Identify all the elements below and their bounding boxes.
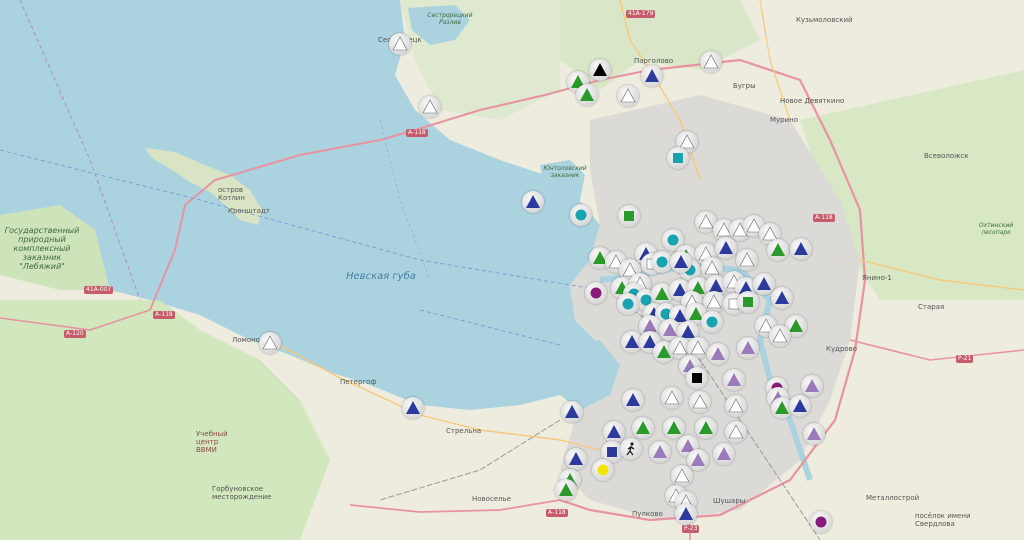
marker-triangle[interactable] [561, 401, 583, 423]
marker-circle[interactable] [701, 311, 723, 333]
marker-triangle[interactable] [259, 332, 281, 354]
pargolovo-label: Парголово [634, 57, 674, 65]
marker-triangle[interactable] [632, 417, 654, 439]
marker-triangle[interactable] [700, 51, 722, 73]
marker-circle[interactable] [570, 204, 592, 226]
road-shield: Р-23 [682, 525, 700, 533]
marker-triangle[interactable] [790, 238, 812, 260]
marker-triangle[interactable] [767, 239, 789, 261]
road-shield: Р-21 [956, 355, 974, 363]
marker-triangle[interactable] [725, 421, 747, 443]
marker-triangle[interactable] [670, 251, 692, 273]
marker-triangle[interactable] [389, 33, 411, 55]
road-shield: 41А-179 [626, 10, 656, 18]
marker-triangle[interactable] [649, 441, 671, 463]
marker-triangle[interactable] [715, 237, 737, 259]
novoe-devyatkino-label: Новое Девяткино [780, 97, 845, 105]
marker-triangle[interactable] [707, 343, 729, 365]
road-shield: 41А-007 [84, 286, 114, 294]
yanino-label: Янино-1 [862, 274, 892, 282]
road-shield: А-118 [153, 311, 175, 319]
pulkovo-label: Пулково [632, 510, 663, 518]
road-shield: А-118 [406, 129, 428, 137]
marker-triangle[interactable] [736, 249, 758, 271]
novoselye-label: Новоселье [472, 495, 512, 503]
marker-hiker[interactable] [620, 438, 642, 460]
marker-triangle[interactable] [675, 503, 697, 525]
marker-triangle[interactable] [522, 191, 544, 213]
vsevolozhsk-label: Всеволожск [924, 152, 969, 160]
marker-triangle[interactable] [576, 84, 598, 106]
marker-triangle[interactable] [555, 479, 577, 501]
marker-triangle[interactable] [725, 395, 747, 417]
metallostroy-label: Металлострой [866, 494, 920, 502]
marker-square[interactable] [618, 205, 640, 227]
staraya-label: Старая [918, 303, 945, 311]
marker-triangle[interactable] [589, 59, 611, 81]
kotlin-island-label: остров Котлин [218, 186, 245, 202]
map-canvas[interactable]: Невская губа остров Котлин Кронштадт Гос… [0, 0, 1024, 540]
marker-triangle[interactable] [723, 369, 745, 391]
murino-label: Мурино [770, 116, 799, 124]
marker-circle[interactable] [592, 459, 614, 481]
marker-triangle[interactable] [771, 287, 793, 309]
shushary-label: Шушары [713, 497, 746, 505]
marker-triangle[interactable] [671, 465, 693, 487]
marker-square[interactable] [686, 367, 708, 389]
road-shield: А-118 [546, 509, 568, 517]
yuntolovsky-label: Юнтоловский заказник [543, 165, 587, 179]
marker-square[interactable] [737, 291, 759, 313]
road-shield: А-118 [813, 214, 835, 222]
marker-circle[interactable] [585, 282, 607, 304]
marker-triangle[interactable] [617, 85, 639, 107]
road-shield: А-120 [64, 330, 86, 338]
marker-circle[interactable] [617, 293, 639, 315]
bugry-label: Бугры [733, 82, 756, 90]
kronshtadt-label: Кронштадт [228, 207, 270, 215]
marker-triangle[interactable] [713, 443, 735, 465]
strelna-label: Стрельна [446, 427, 482, 435]
sestroretsky-razliv-label: Сестрорецкий Разлив [427, 12, 473, 26]
lebyazhy-label: Государственный природный комплексный за… [4, 226, 80, 271]
poselok-sverdlova-label: посёлок имени Свердлова [915, 512, 971, 528]
marker-triangle[interactable] [769, 325, 791, 347]
uchebny-center-label: Учебный центр ВВМИ [196, 430, 228, 454]
bay-label: Невская губа [346, 271, 416, 282]
marker-triangle[interactable] [661, 387, 683, 409]
gorelovskoe-label: Горбуновское месторождение [212, 485, 272, 501]
marker-triangle[interactable] [641, 65, 663, 87]
marker-triangle[interactable] [402, 397, 424, 419]
marker-triangle[interactable] [737, 337, 759, 359]
okhta-park-label: Охтинский лесопарк [978, 222, 1014, 236]
kudrovo-label: Кудрово [826, 345, 858, 353]
marker-triangle[interactable] [803, 423, 825, 445]
marker-triangle[interactable] [789, 395, 811, 417]
map-basemap [0, 0, 1024, 540]
marker-triangle[interactable] [801, 375, 823, 397]
peterhof-label: Петергоф [340, 378, 377, 386]
kuzmolovsky-label: Кузьмоловский [796, 16, 853, 24]
marker-triangle[interactable] [622, 389, 644, 411]
marker-circle[interactable] [810, 511, 832, 533]
marker-square[interactable] [667, 147, 689, 169]
marker-triangle[interactable] [565, 448, 587, 470]
marker-triangle[interactable] [689, 391, 711, 413]
marker-triangle[interactable] [419, 96, 441, 118]
